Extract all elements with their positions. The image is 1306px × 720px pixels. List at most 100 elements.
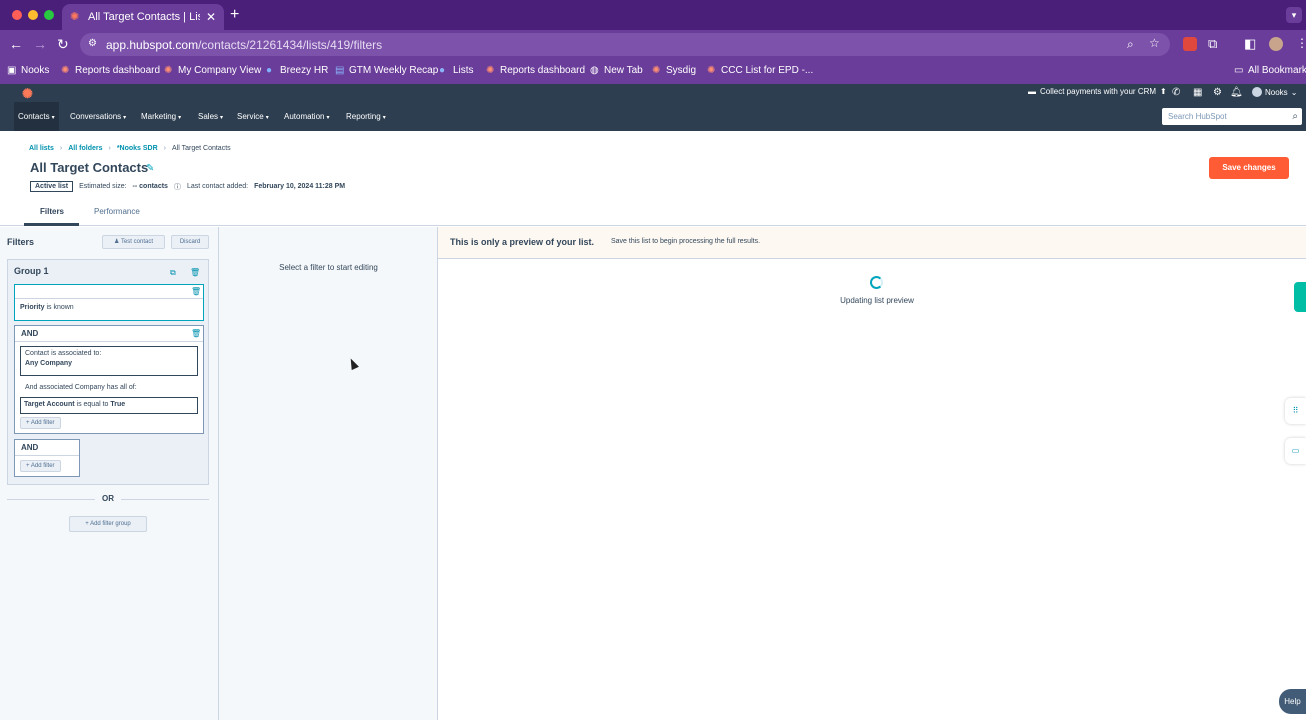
bookmark-star-icon[interactable]: ☆ (1149, 36, 1160, 50)
address-toolbar: ← → ↻ app.hubspot.com/contacts/21261434/… (0, 30, 1306, 59)
hubspot-icon: ✺ (164, 64, 173, 76)
marketplace-icon[interactable]: ▦ (1193, 87, 1202, 98)
help-button[interactable]: Help (1279, 689, 1306, 714)
or-divider: OR (7, 492, 209, 506)
hubspot-icon: ✺ (707, 64, 716, 76)
chat-icon[interactable]: ▭ (1285, 438, 1306, 464)
bookmark-item[interactable]: ◍ New Tab (590, 65, 643, 76)
hubspot-icon: ✺ (652, 64, 661, 76)
chevron-down-icon: ▾ (178, 115, 182, 121)
breadcrumb: All lists › All folders › *Nooks SDR › A… (29, 145, 231, 152)
calling-icon[interactable]: ✆ (1172, 87, 1180, 98)
group-title: Group 1 (14, 266, 49, 276)
browser-menu-icon[interactable]: ⋮ (1296, 36, 1306, 50)
forward-icon[interactable]: → (33, 36, 47, 52)
zoom-icon[interactable]: ⌕ (1127, 37, 1134, 52)
add-filter-group-button[interactable]: + Add filter group (69, 516, 147, 532)
chevron-down-icon: ▾ (51, 115, 55, 121)
bookmark-item[interactable]: ✺ My Company View (164, 65, 261, 76)
site-settings-icon[interactable]: ⚙ (88, 38, 97, 49)
add-filter-button[interactable]: + Add filter (20, 460, 61, 472)
maximize-window-button[interactable] (44, 10, 54, 20)
lists-icon: ● (439, 64, 446, 76)
url-bar[interactable]: app.hubspot.com/contacts/21261434/lists/… (80, 33, 1170, 56)
filter-block-and-empty: AND + Add filter (14, 439, 80, 477)
bookmark-item[interactable]: ▣ Nooks (7, 65, 49, 76)
nav-contacts[interactable]: Contacts ▾ (14, 102, 59, 131)
chevron-down-icon: ▾ (382, 115, 386, 121)
hubspot-logo-icon[interactable]: ✺ (22, 86, 33, 102)
active-tab-indicator (24, 223, 79, 226)
back-icon[interactable]: ← (9, 36, 23, 52)
tab-search-icon[interactable]: ▾ (1286, 7, 1302, 23)
add-filter-button[interactable]: + Add filter (20, 417, 61, 429)
avatar (1252, 87, 1262, 97)
target-account-filter[interactable]: Target Account is equal to True (20, 397, 198, 414)
side-panel-icon[interactable]: ◧ (1244, 36, 1256, 52)
browser-tab-active[interactable]: ✺ All Target Contacts | Lists ✕ (62, 4, 224, 30)
extension-icon[interactable] (1183, 37, 1197, 51)
extensions-puzzle-icon[interactable]: ⧉ (1208, 36, 1217, 52)
new-tab-icon[interactable]: + (230, 6, 239, 24)
bookmark-item[interactable]: ✺ Reports dashboard (61, 65, 160, 76)
settings-gear-icon[interactable]: ⚙ (1213, 87, 1222, 98)
filter-editor-panel: Select a filter to start editing (219, 227, 438, 720)
nav-conversations[interactable]: Conversations ▾ (66, 102, 130, 131)
plus-icon: + (26, 463, 30, 469)
account-menu[interactable]: Nooks ⌄ (1252, 87, 1297, 97)
nav-reporting[interactable]: Reporting ▾ (342, 102, 390, 131)
tab-filters[interactable]: Filters (40, 207, 64, 216)
bookmark-item[interactable]: ✺ Sysdig (652, 65, 696, 76)
plus-icon: + (26, 420, 30, 426)
and-label: AND (21, 443, 39, 452)
close-window-button[interactable] (12, 10, 22, 20)
or-label: OR (102, 494, 114, 503)
save-changes-button[interactable]: Save changes (1209, 157, 1289, 179)
nav-service[interactable]: Service ▾ (233, 102, 273, 131)
collect-payments-link[interactable]: ▬ Collect payments with your CRM ⬆ (1028, 87, 1167, 96)
bookmark-item[interactable]: ✺ CCC List for EPD -... (707, 65, 813, 76)
breadcrumb-all-folders[interactable]: All folders (68, 145, 102, 152)
breadcrumb-all-lists[interactable]: All lists (29, 145, 54, 152)
reload-icon[interactable]: ↻ (57, 36, 69, 53)
hubspot-icon: ✺ (486, 64, 495, 76)
edit-pencil-icon[interactable]: ✎ (146, 163, 154, 174)
profile-avatar[interactable] (1269, 37, 1283, 51)
chevron-right-icon: › (59, 145, 63, 152)
nav-marketing[interactable]: Marketing ▾ (137, 102, 185, 131)
delete-group-icon[interactable]: 🗑︎ (190, 268, 200, 277)
all-bookmarks[interactable]: ▭ All Bookmarks (1234, 65, 1306, 76)
chevron-right-icon: › (108, 145, 111, 152)
filter-priority-known[interactable]: Priority is known (15, 299, 203, 316)
nav-automation[interactable]: Automation ▾ (280, 102, 333, 131)
delete-filter-icon[interactable]: 🗑︎ (191, 287, 201, 296)
filter-block-priority[interactable]: 🗑︎ Priority is known (14, 284, 204, 321)
breadcrumb-folder[interactable]: *Nooks SDR (117, 145, 158, 152)
globe-icon: ◍ (590, 64, 599, 76)
folder-icon: ▭ (1234, 64, 1244, 76)
clone-icon[interactable]: ⧉ (170, 268, 176, 278)
minimize-window-button[interactable] (28, 10, 38, 20)
estimated-size-value: -- contacts (132, 183, 168, 190)
bookmark-item[interactable]: ✺ Reports dashboard (486, 65, 585, 76)
tab-performance[interactable]: Performance (94, 207, 140, 216)
bookmark-item[interactable]: ▤ GTM Weekly Recap (335, 65, 438, 76)
bookmark-item[interactable]: ● Lists (439, 65, 474, 76)
association-filter[interactable]: Contact is associated to: Any Company (20, 346, 198, 376)
info-icon[interactable]: ⓘ (174, 182, 181, 192)
nav-sales[interactable]: Sales ▾ (194, 102, 227, 131)
notifications-bell-icon[interactable]: 🔔︎ (1230, 87, 1243, 98)
breadcrumb-current: All Target Contacts (172, 145, 231, 152)
url-path: /contacts/21261434/lists/419/filters (198, 37, 383, 52)
delete-filter-icon[interactable]: 🗑︎ (191, 329, 201, 338)
side-tab-widget[interactable] (1294, 282, 1306, 312)
filter-group: Group 1 ⧉ 🗑︎ 🗑︎ Priority is known AND 🗑︎… (7, 259, 209, 485)
search-icon[interactable]: ⌕ (1292, 108, 1298, 125)
test-contact-button[interactable]: ♟ Test contact (102, 235, 165, 249)
apps-grid-icon[interactable]: ⠿ (1285, 398, 1306, 424)
hubspot-favicon-icon: ✺ (70, 11, 80, 23)
discard-button[interactable]: Discard (171, 235, 209, 249)
bookmark-item[interactable]: ● Breezy HR (266, 65, 328, 76)
search-input[interactable]: Search HubSpot ⌕ (1162, 108, 1302, 125)
close-tab-icon[interactable]: ✕ (206, 10, 216, 24)
